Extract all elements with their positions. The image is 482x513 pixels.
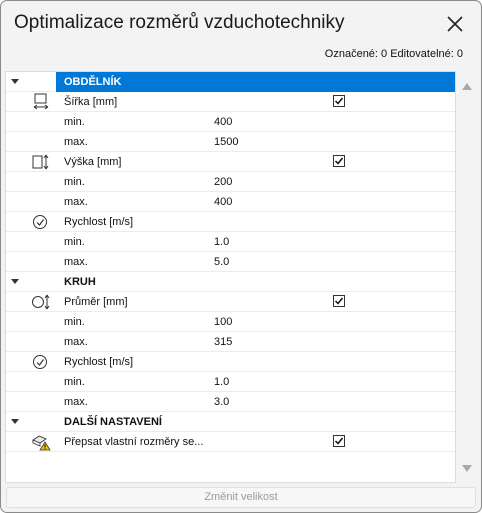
speed-min-value[interactable]: 1.0 — [214, 236, 229, 248]
param-label: Průměr [mm] — [64, 296, 128, 308]
diameter-min-value[interactable]: 100 — [214, 316, 232, 328]
max-label: max. — [64, 136, 88, 148]
param-row-speed-rect-max[interactable]: max. 5.0 — [6, 252, 455, 272]
param-row-height[interactable]: Výška [mm] — [6, 152, 455, 172]
param-row-height-min[interactable]: min. 200 — [6, 172, 455, 192]
param-label: Výška [mm] — [64, 156, 122, 168]
param-row-width-min[interactable]: min. 400 — [6, 112, 455, 132]
min-label: min. — [64, 316, 85, 328]
min-label: min. — [64, 376, 85, 388]
max-label: max. — [64, 396, 88, 408]
speed-gauge-icon — [31, 353, 51, 371]
param-row-speed-rect[interactable]: Rychlost [m/s] — [6, 212, 455, 232]
collapse-caret-icon[interactable] — [11, 419, 19, 424]
param-label: Rychlost [m/s] — [64, 216, 134, 228]
param-label: Šířka [mm] — [64, 96, 118, 108]
width-checkbox[interactable] — [333, 95, 345, 107]
diameter-max-value[interactable]: 315 — [214, 336, 232, 348]
window-title: Optimalizace rozměrů vzduchotechniky — [14, 12, 345, 33]
selection-counter: Označené: 0 Editovatelné: 0 — [324, 48, 463, 60]
min-label: min. — [64, 116, 85, 128]
param-row-speed-rect-min[interactable]: min. 1.0 — [6, 232, 455, 252]
diameter-checkbox[interactable] — [333, 295, 345, 307]
close-icon[interactable] — [443, 12, 467, 36]
param-row-override[interactable]: Přepsat vlastní rozměry se... — [6, 432, 455, 452]
dialog-window: Optimalizace rozměrů vzduchotechniky Ozn… — [0, 0, 482, 513]
scroll-down-arrow-icon[interactable] — [462, 465, 472, 472]
param-row-diameter[interactable]: Průměr [mm] — [6, 292, 455, 312]
param-label: Přepsat vlastní rozměry se... — [64, 436, 204, 448]
width-min-value[interactable]: 400 — [214, 116, 232, 128]
param-row-diameter-min[interactable]: min. 100 — [6, 312, 455, 332]
param-row-width-max[interactable]: max. 1500 — [6, 132, 455, 152]
max-label: max. — [64, 336, 88, 348]
max-label: max. — [64, 196, 88, 208]
vertical-scrollbar[interactable] — [457, 71, 477, 481]
min-label: min. — [64, 176, 85, 188]
section-header-circle[interactable]: KRUH — [6, 272, 455, 292]
height-min-value[interactable]: 200 — [214, 176, 232, 188]
resize-button[interactable]: Změnit velikost — [6, 487, 476, 508]
section-title: DALŠÍ NASTAVENÍ — [64, 416, 162, 428]
width-dimension-icon — [31, 93, 51, 111]
height-checkbox[interactable] — [333, 155, 345, 167]
param-row-width[interactable]: Šířka [mm] — [6, 92, 455, 112]
param-row-speed-circle-min[interactable]: min. 1.0 — [6, 372, 455, 392]
speed-max-value[interactable]: 3.0 — [214, 396, 229, 408]
section-title: KRUH — [64, 276, 96, 288]
max-label: max. — [64, 256, 88, 268]
width-max-value[interactable]: 1500 — [214, 136, 238, 148]
param-row-speed-circle-max[interactable]: max. 3.0 — [6, 392, 455, 412]
diameter-dimension-icon — [31, 293, 51, 311]
speed-gauge-icon — [31, 213, 51, 231]
settings-panel: OBDĚLNÍK Šířka [mm] min. 400 max. 1500 V… — [5, 71, 456, 483]
param-row-speed-circle[interactable]: Rychlost [m/s] — [6, 352, 455, 372]
override-checkbox[interactable] — [333, 435, 345, 447]
height-dimension-icon — [31, 153, 51, 171]
speed-min-value[interactable]: 1.0 — [214, 376, 229, 388]
scroll-up-arrow-icon[interactable] — [462, 83, 472, 90]
section-title: OBDĚLNÍK — [64, 76, 122, 88]
param-row-diameter-max[interactable]: max. 315 — [6, 332, 455, 352]
title-bar: Optimalizace rozměrů vzduchotechniky — [1, 1, 481, 47]
collapse-caret-icon[interactable] — [11, 79, 19, 84]
collapse-caret-icon[interactable] — [11, 279, 19, 284]
speed-max-value[interactable]: 5.0 — [214, 256, 229, 268]
section-header-other[interactable]: DALŠÍ NASTAVENÍ — [6, 412, 455, 432]
min-label: min. — [64, 236, 85, 248]
param-row-height-max[interactable]: max. 400 — [6, 192, 455, 212]
param-label: Rychlost [m/s] — [64, 356, 134, 368]
warning-icon — [31, 433, 51, 451]
height-max-value[interactable]: 400 — [214, 196, 232, 208]
section-header-rect[interactable]: OBDĚLNÍK — [6, 72, 455, 92]
